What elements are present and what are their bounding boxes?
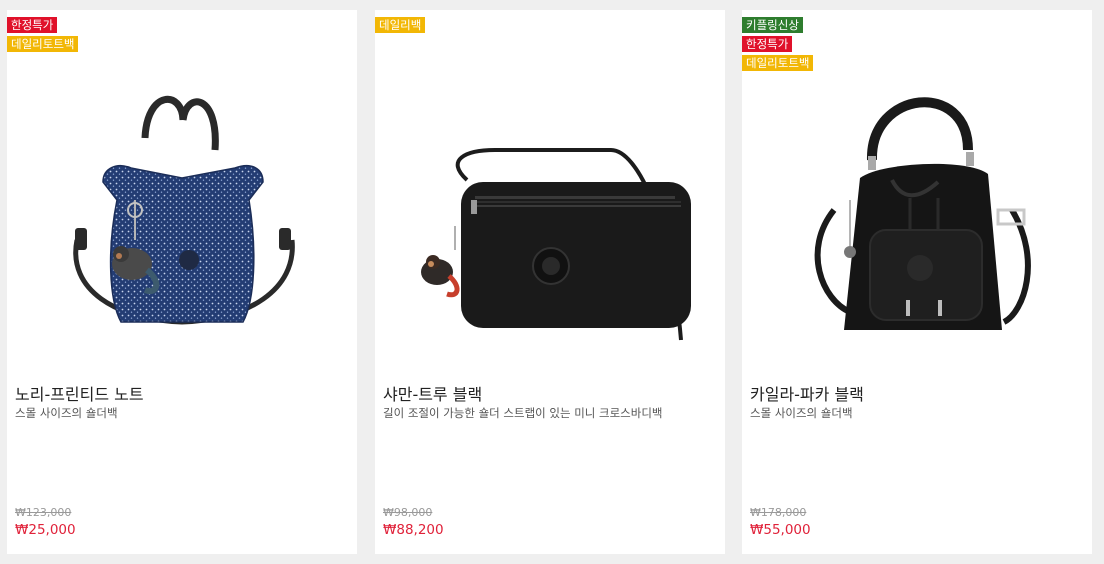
product-image[interactable]: [375, 50, 725, 350]
product-image[interactable]: [742, 50, 1092, 350]
product-image[interactable]: [7, 50, 357, 350]
bucket-bag-icon: [814, 97, 1031, 330]
badge-limited-sale: 한정특가: [7, 17, 58, 33]
tote-bag-icon: [73, 95, 295, 325]
product-description: 스몰 사이즈의 숄더백: [750, 406, 853, 420]
product-name[interactable]: 노리-프린티드 노트: [15, 381, 144, 405]
product-description: 스몰 사이즈의 숄더백: [15, 406, 118, 420]
product-card[interactable]: 키플링신상 한정특가 데일리토트백 카일라-파카 블랙 스몰 사이즈의 숄더백 …: [742, 10, 1092, 554]
product-name[interactable]: 샤만-트루 블랙: [383, 381, 482, 405]
original-price: ₩123,000: [15, 506, 72, 519]
badge-list: 키플링신상 한정특가 데일리토트백: [742, 17, 814, 71]
product-card[interactable]: 한정특가 데일리토트백 노리-프린티드 노트 스몰 사이즈의 숄더백 ₩123,…: [7, 10, 357, 554]
sale-price: ₩25,000: [15, 522, 76, 538]
badge-daily-bag: 데일리백: [375, 17, 426, 33]
product-description: 길이 조절이 가능한 숄더 스트랩이 있는 미니 크로스바디백: [383, 406, 663, 420]
product-card[interactable]: 데일리백 샤만-트루 블랙 길이 조절이 가능한 숄더 스트랩이 있는 미니 크…: [375, 10, 725, 554]
product-grid: 한정특가 데일리토트백 노리-프린티드 노트 스몰 사이즈의 숄더백 ₩123,…: [0, 0, 1104, 564]
sale-price: ₩55,000: [750, 522, 811, 538]
crossbody-bag-icon: [421, 148, 691, 341]
badge-list: 데일리백: [375, 17, 426, 33]
badge-list: 한정특가 데일리토트백: [7, 17, 79, 52]
badge-limited-sale: 한정특가: [742, 36, 793, 52]
badge-daily-tote: 데일리토트백: [742, 55, 814, 71]
original-price: ₩178,000: [750, 506, 807, 519]
badge-new-arrival: 키플링신상: [742, 17, 803, 33]
sale-price: ₩88,200: [383, 522, 444, 538]
product-name[interactable]: 카일라-파카 블랙: [750, 381, 864, 405]
badge-daily-tote: 데일리토트백: [7, 36, 79, 52]
original-price: ₩98,000: [383, 506, 433, 519]
